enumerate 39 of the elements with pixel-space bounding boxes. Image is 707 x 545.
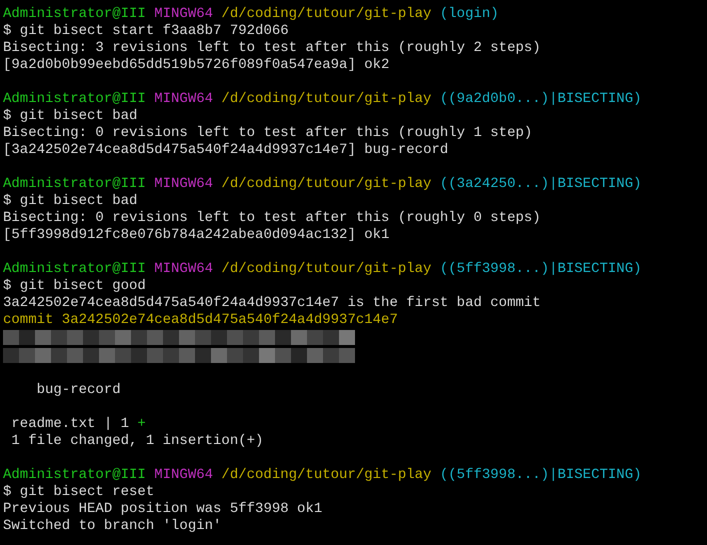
insertion-mark: +: [137, 416, 146, 432]
prompt-shell: MINGW64: [154, 91, 214, 107]
prompt-branch: ((5ff3998...)|BISECTING): [440, 261, 642, 277]
command-text: $ git bisect reset: [3, 484, 154, 500]
output-text: [9a2d0b0b99eebd65dd519b5726f089f0a547ea9a] ok2: [3, 57, 390, 73]
output-text: 1 file changed, 1 insertion(+): [10, 433, 264, 449]
prompt-user: Administrator@III: [3, 261, 146, 277]
output-text: bug-record: [36, 382, 121, 398]
prompt-user: Administrator@III: [3, 6, 146, 22]
output-text: [3a242502e74cea8d5d475a540f24a4d9937c14e7] bug-record: [3, 142, 448, 158]
prompt-branch: ((5ff3998...)|BISECTING): [440, 467, 642, 483]
output-text: [5ff3998d912fc8e076b784a242abea0d094ac132] ok1: [3, 227, 390, 243]
command-text: $ git bisect good: [3, 278, 146, 294]
prompt-branch: ((9a2d0b0...)|BISECTING): [440, 91, 642, 107]
prompt-path: /d/coding/tutour/git-play: [221, 261, 432, 277]
prompt-shell: MINGW64: [154, 6, 214, 22]
command-text: $ git bisect bad: [3, 108, 138, 124]
prompt-path: /d/coding/tutour/git-play: [221, 6, 432, 22]
prompt-shell: MINGW64: [154, 261, 214, 277]
prompt-user: Administrator@III: [3, 91, 146, 107]
commit-line: commit 3a242502e74cea8d5d475a540f24a4d9937c14e7: [3, 312, 398, 328]
prompt-user: Administrator@III: [3, 467, 146, 483]
output-text: Switched to branch 'login': [3, 518, 222, 534]
prompt-shell: MINGW64: [154, 176, 214, 192]
prompt-user: Administrator@III: [3, 176, 146, 192]
stat-text: readme.txt | 1: [10, 416, 130, 432]
output-text: 3a242502e74cea8d5d475a540f24a4d9937c14e7 is the first bad commit: [3, 295, 541, 311]
prompt-shell: MINGW64: [154, 467, 214, 483]
prompt-branch: ((3a24250...)|BISECTING): [440, 176, 642, 192]
prompt-path: /d/coding/tutour/git-play: [221, 467, 432, 483]
prompt-path: /d/coding/tutour/git-play: [221, 176, 432, 192]
output-text: Bisecting: 3 revisions left to test after this (roughly 2 steps): [3, 40, 541, 56]
output-text: Previous HEAD position was 5ff3998 ok1: [3, 501, 322, 517]
prompt-path: /d/coding/tutour/git-play: [221, 91, 432, 107]
output-text: Bisecting: 0 revisions left to test after this (roughly 1 step): [3, 125, 532, 141]
command-text: $ git bisect bad: [3, 193, 138, 209]
prompt-branch: (login): [440, 6, 499, 22]
output-text: Bisecting: 0 revisions left to test after this (roughly 0 steps): [3, 210, 541, 226]
command-text: $ git bisect start f3aa8b7 792d066: [3, 23, 289, 39]
